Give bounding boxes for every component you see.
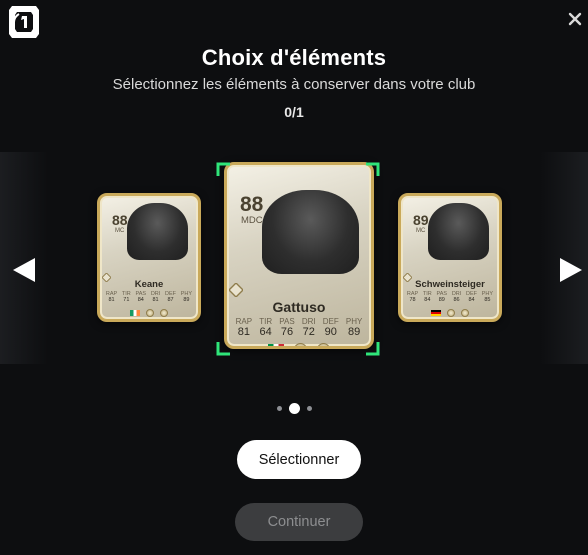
player-card-keane[interactable]: 88 MC Keane RAP 81 TIR 71 PAS 84 DRI 81 DEF 8…: [97, 193, 201, 322]
italy-flag-icon: [268, 344, 284, 346]
close-icon[interactable]: [568, 12, 582, 26]
rarity-gem-icon: [101, 269, 112, 283]
continue-button[interactable]: Continuer: [235, 503, 363, 541]
stat-pas: PAS 76: [279, 317, 295, 338]
player-photo: [127, 203, 189, 260]
club-badge-icon: [294, 343, 307, 346]
stat-phy: PHY 89: [180, 291, 193, 303]
stat-def: DEF 87: [165, 291, 177, 303]
stat-def: DEF 90: [322, 317, 339, 338]
stat-tir: TIR 64: [259, 317, 273, 338]
pagination-dot[interactable]: [306, 406, 312, 411]
stat-rap: RAP 81: [235, 317, 253, 338]
rarity-gem-icon: [402, 269, 413, 283]
ireland-flag-icon: [130, 310, 140, 316]
stat-dri: DRI 72: [301, 317, 316, 338]
player-card-schweinsteiger[interactable]: 89 MC Schweinsteiger RAP 78 TIR 84 PAS 89 D…: [398, 193, 502, 322]
card-stats: RAP 81 TIR 71 PAS 84 DRI 81 DEF 87 PHY 89: [106, 291, 192, 303]
card-player-name: Gattuso: [272, 299, 326, 315]
club-badge-icon: [146, 309, 154, 317]
league-badge-icon: [461, 309, 469, 317]
card-rating: 88: [112, 212, 128, 228]
card-position: MDC: [241, 215, 263, 226]
card-icons: [227, 343, 371, 346]
page-title: Choix d'éléments: [201, 45, 387, 70]
league-badge-icon: [160, 309, 168, 317]
rarity-gem-icon: [228, 282, 244, 298]
league-badge-icon: [317, 343, 330, 346]
stat-phy: PHY 85: [481, 291, 494, 303]
stat-phy: PHY 89: [345, 317, 363, 338]
stat-pas: PAS 84: [135, 291, 147, 303]
club-badge-icon: [447, 309, 455, 317]
card-player-name: Keane: [134, 279, 164, 290]
card-rating: 89: [413, 212, 429, 228]
fc-logo-icon: [8, 4, 40, 40]
card-player-name: Schweinsteiger: [415, 279, 485, 290]
card-carousel: 88 MC Keane RAP 81 TIR 71 PAS 84 DRI 81 DEF 8…: [0, 152, 588, 364]
player-photo: [428, 203, 490, 260]
card-icons: [100, 309, 198, 317]
stat-dri: DRI 86: [451, 291, 462, 303]
select-button[interactable]: Sélectionner: [237, 440, 361, 479]
germany-flag-icon: [431, 310, 441, 316]
card-position: MC: [416, 228, 426, 234]
arrow-right-icon[interactable]: [558, 256, 584, 284]
card-icons: [401, 309, 499, 317]
card-rating: 88: [240, 193, 264, 216]
card-position: MC: [115, 228, 125, 234]
player-photo: [261, 190, 360, 274]
card-stats: RAP 81 TIR 64 PAS 76 DRI 72 DEF 90 PHY 89: [236, 317, 363, 338]
arrow-left-icon[interactable]: [11, 256, 37, 284]
page-subtitle: Sélectionnez les éléments à conserver da…: [112, 76, 476, 93]
selection-counter: 0/1: [284, 104, 304, 120]
carousel-pagination: [0, 403, 588, 414]
stat-tir: TIR 71: [121, 291, 131, 303]
stat-rap: RAP 81: [105, 291, 118, 303]
pagination-dot-active[interactable]: [288, 403, 300, 414]
stat-dri: DRI 81: [150, 291, 161, 303]
stat-tir: TIR 84: [422, 291, 432, 303]
player-card-gattuso[interactable]: 88 MDC Gattuso RAP 81 TIR 64 PAS 76 DRI 72 D…: [224, 162, 374, 349]
stat-def: DEF 84: [466, 291, 478, 303]
stat-rap: RAP 78: [406, 291, 419, 303]
pagination-dot[interactable]: [276, 406, 282, 411]
card-stats: RAP 78 TIR 84 PAS 89 DRI 86 DEF 84 PHY 85: [407, 291, 493, 303]
stat-pas: PAS 89: [436, 291, 448, 303]
